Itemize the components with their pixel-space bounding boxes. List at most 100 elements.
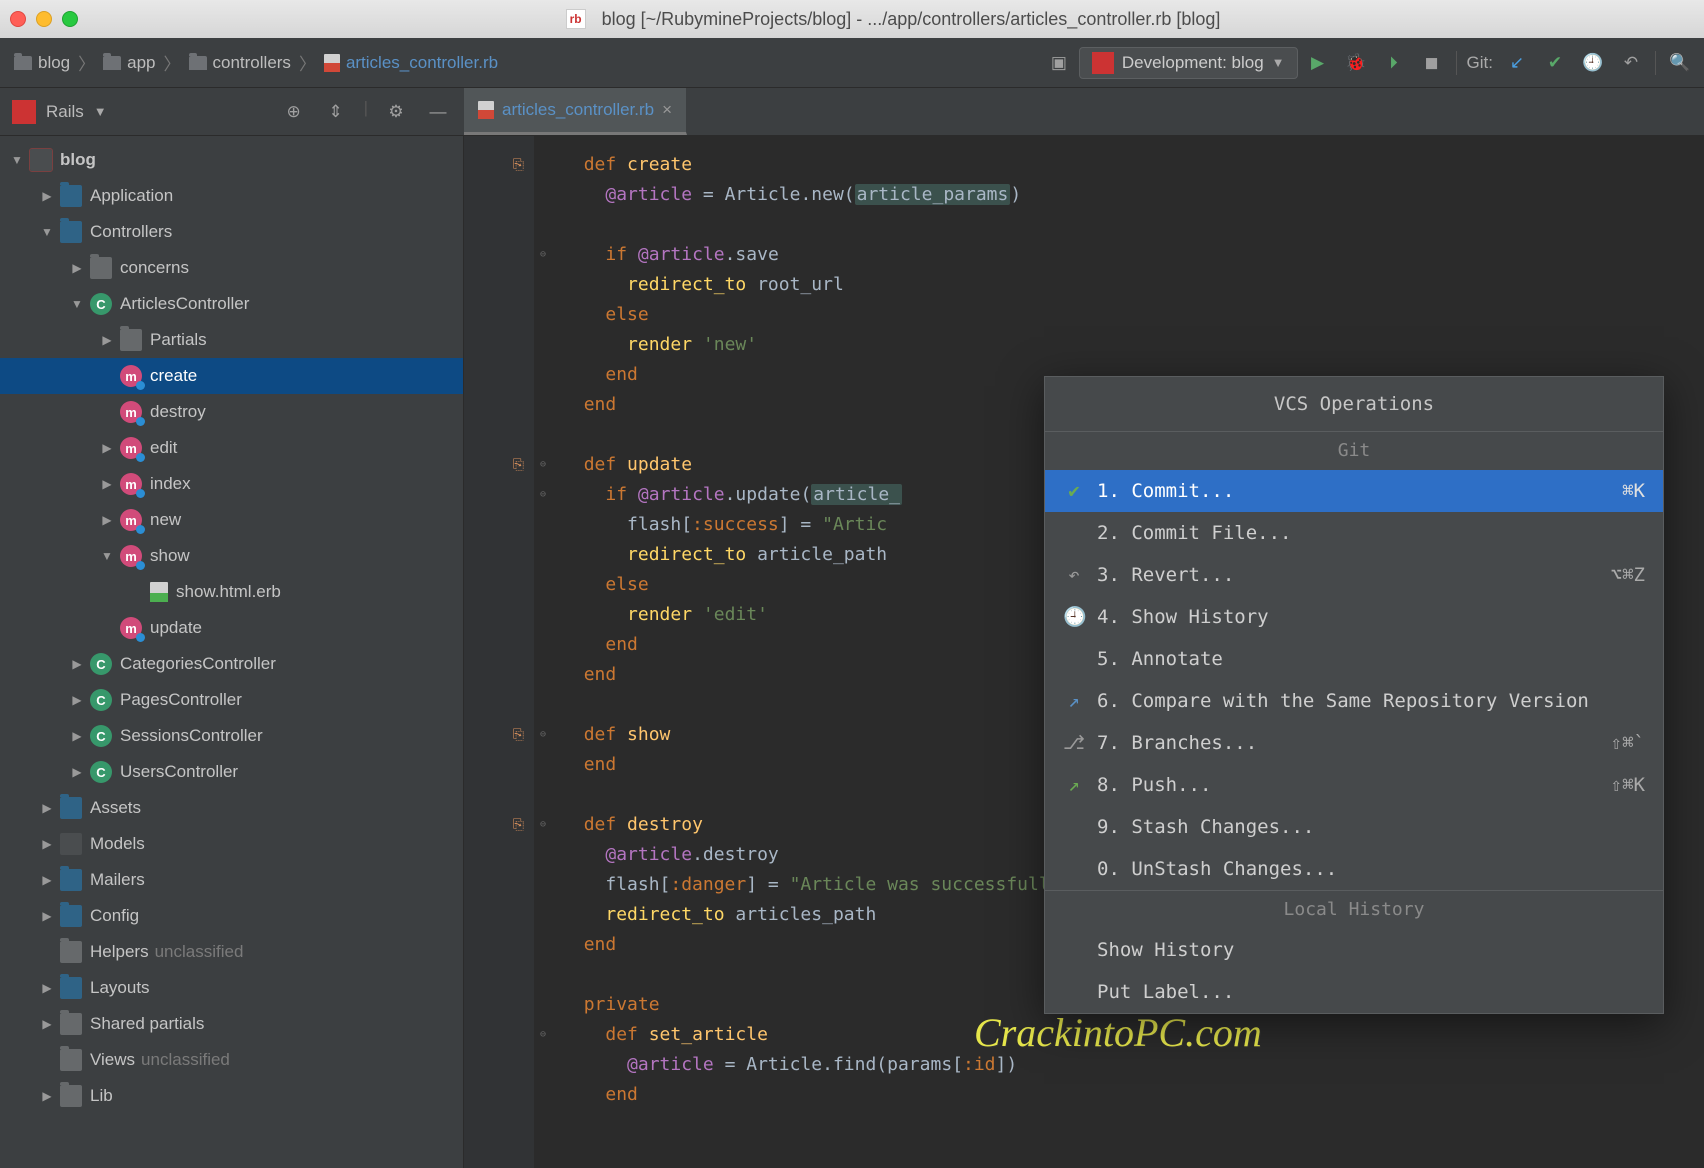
tree-twisty-icon[interactable]: ▶ <box>38 189 56 203</box>
breadcrumb-item[interactable]: articles_controller.rb <box>320 51 502 75</box>
tree-item-articlescontroller[interactable]: ▼CArticlesController <box>0 286 463 322</box>
tree-twisty-icon[interactable]: ▼ <box>68 297 86 311</box>
tree-twisty-icon[interactable]: ▶ <box>68 765 86 779</box>
vcs-menu-item[interactable]: ↶3. Revert...⌥⌘Z <box>1045 554 1663 596</box>
close-window-icon[interactable] <box>10 11 26 27</box>
tree-item-models[interactable]: ▶Models <box>0 826 463 862</box>
code-line[interactable] <box>562 1110 1704 1140</box>
collapse-all-icon[interactable]: ⇕ <box>322 98 350 126</box>
search-icon[interactable]: 🔍 <box>1666 49 1694 77</box>
tree-twisty-icon[interactable]: ▶ <box>38 1089 56 1103</box>
tree-item-assets[interactable]: ▶Assets <box>0 790 463 826</box>
tree-item-update[interactable]: mupdate <box>0 610 463 646</box>
coverage-button[interactable]: ⏵ <box>1380 49 1408 77</box>
code-line[interactable]: redirect_to root_url <box>562 270 1704 300</box>
tree-item-controllers[interactable]: ▼Controllers <box>0 214 463 250</box>
tree-twisty-icon[interactable]: ▶ <box>68 261 86 275</box>
tree-twisty-icon[interactable]: ▶ <box>38 801 56 815</box>
gutter-action-icon[interactable]: ⎘ <box>513 450 524 480</box>
code-line[interactable]: end <box>562 1080 1704 1110</box>
gutter-action-icon[interactable]: ⎘ <box>513 810 524 840</box>
tree-item-blog[interactable]: ▼blog <box>0 142 463 178</box>
tree-twisty-icon[interactable]: ▶ <box>38 981 56 995</box>
tree-item-concerns[interactable]: ▶concerns <box>0 250 463 286</box>
tree-item-show[interactable]: ▼mshow <box>0 538 463 574</box>
run-target-icon[interactable]: ▣ <box>1045 49 1073 77</box>
close-tab-icon[interactable]: × <box>662 100 672 120</box>
git-revert-icon[interactable]: ↶ <box>1617 49 1645 77</box>
git-history-icon[interactable]: 🕘 <box>1579 49 1607 77</box>
tree-twisty-icon[interactable]: ▶ <box>38 1017 56 1031</box>
vcs-menu-item[interactable]: 9. Stash Changes... <box>1045 806 1663 848</box>
vcs-menu-item[interactable]: ✔1. Commit...⌘K <box>1045 470 1663 512</box>
code-line[interactable]: if @article.save <box>562 240 1704 270</box>
tree-twisty-icon[interactable]: ▶ <box>38 873 56 887</box>
vcs-menu-item[interactable]: ↗8. Push...⇧⌘K <box>1045 764 1663 806</box>
tree-twisty-icon[interactable]: ▶ <box>38 909 56 923</box>
tree-item-index[interactable]: ▶mindex <box>0 466 463 502</box>
code-line[interactable]: @article = Article.new(article_params) <box>562 180 1704 210</box>
git-commit-icon[interactable]: ✔ <box>1541 49 1569 77</box>
tree-item-partials[interactable]: ▶Partials <box>0 322 463 358</box>
tree-item-views[interactable]: Viewsunclassified <box>0 1042 463 1078</box>
rails-view-selector[interactable]: Rails ▼ <box>12 100 107 124</box>
tree-twisty-icon[interactable]: ▶ <box>98 441 116 455</box>
tree-item-config[interactable]: ▶Config <box>0 898 463 934</box>
fold-icon[interactable]: ⊖ <box>534 720 552 750</box>
gear-icon[interactable]: ⚙ <box>382 98 410 126</box>
tree-item-new[interactable]: ▶mnew <box>0 502 463 538</box>
tree-item-layouts[interactable]: ▶Layouts <box>0 970 463 1006</box>
tree-twisty-icon[interactable]: ▶ <box>68 693 86 707</box>
tree-item-destroy[interactable]: mdestroy <box>0 394 463 430</box>
breadcrumb-item[interactable]: app <box>99 51 159 75</box>
fold-icon[interactable]: ⊖ <box>534 480 552 510</box>
tree-item-edit[interactable]: ▶medit <box>0 430 463 466</box>
tree-twisty-icon[interactable]: ▼ <box>8 153 26 167</box>
run-button[interactable]: ▶ <box>1304 49 1332 77</box>
breadcrumb-item[interactable]: blog <box>10 51 74 75</box>
tree-item-create[interactable]: mcreate <box>0 358 463 394</box>
scroll-to-source-icon[interactable]: ⊕ <box>280 98 308 126</box>
tree-twisty-icon[interactable]: ▶ <box>98 333 116 347</box>
vcs-menu-item[interactable]: 5. Annotate <box>1045 638 1663 680</box>
run-config-selector[interactable]: Development: blog ▼ <box>1079 47 1298 79</box>
debug-button[interactable]: 🐞 <box>1342 49 1370 77</box>
code-line[interactable]: def create <box>562 150 1704 180</box>
vcs-menu-item[interactable]: ↗6. Compare with the Same Repository Ver… <box>1045 680 1663 722</box>
tree-item-userscontroller[interactable]: ▶CUsersController <box>0 754 463 790</box>
vcs-menu-item[interactable]: Show History <box>1045 929 1663 971</box>
tree-item-sessionscontroller[interactable]: ▶CSessionsController <box>0 718 463 754</box>
breadcrumb-item[interactable]: controllers <box>185 51 295 75</box>
tree-twisty-icon[interactable]: ▶ <box>38 837 56 851</box>
hide-icon[interactable]: — <box>424 98 452 126</box>
vcs-menu-item[interactable]: 🕘4. Show History <box>1045 596 1663 638</box>
code-line[interactable] <box>562 210 1704 240</box>
tree-twisty-icon[interactable]: ▼ <box>98 549 116 563</box>
fold-icon[interactable]: ⊖ <box>534 450 552 480</box>
code-editor[interactable]: ⎘⎘⎘⎘ ⊖⊖⊖⊖⊖⊖ def create @article = Articl… <box>464 136 1704 1168</box>
vcs-menu-item[interactable]: ⎇7. Branches...⇧⌘` <box>1045 722 1663 764</box>
stop-button[interactable]: ◼ <box>1418 49 1446 77</box>
tree-item-lib[interactable]: ▶Lib <box>0 1078 463 1114</box>
tree-item-application[interactable]: ▶Application <box>0 178 463 214</box>
fold-icon[interactable]: ⊖ <box>534 240 552 270</box>
fold-icon[interactable]: ⊖ <box>534 810 552 840</box>
editor-tab[interactable]: articles_controller.rb × <box>464 88 687 135</box>
tree-item-helpers[interactable]: Helpersunclassified <box>0 934 463 970</box>
tree-twisty-icon[interactable]: ▶ <box>98 477 116 491</box>
tree-item-shared-partials[interactable]: ▶Shared partials <box>0 1006 463 1042</box>
fold-icon[interactable]: ⊖ <box>534 1020 552 1050</box>
minimize-window-icon[interactable] <box>36 11 52 27</box>
project-tree[interactable]: ▼blog▶Application▼Controllers▶concerns▼C… <box>0 136 464 1168</box>
gutter-action-icon[interactable]: ⎘ <box>513 150 524 180</box>
tree-twisty-icon[interactable]: ▼ <box>38 225 56 239</box>
tree-twisty-icon[interactable]: ▶ <box>68 657 86 671</box>
code-line[interactable]: else <box>562 300 1704 330</box>
tree-item-categoriescontroller[interactable]: ▶CCategoriesController <box>0 646 463 682</box>
vcs-menu-item[interactable]: 0. UnStash Changes... <box>1045 848 1663 890</box>
code-line[interactable]: render 'new' <box>562 330 1704 360</box>
gutter-action-icon[interactable]: ⎘ <box>513 720 524 750</box>
maximize-window-icon[interactable] <box>62 11 78 27</box>
git-pull-icon[interactable]: ↙ <box>1503 49 1531 77</box>
tree-item-show-html-erb[interactable]: show.html.erb <box>0 574 463 610</box>
